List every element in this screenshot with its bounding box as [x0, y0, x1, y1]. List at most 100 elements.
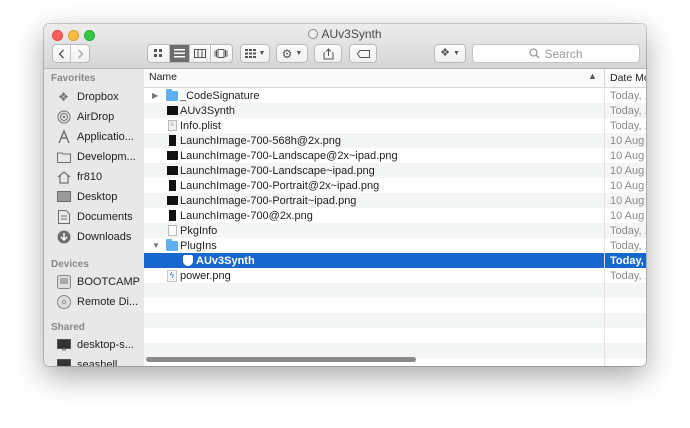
arrange-button[interactable]: ▼	[240, 44, 270, 63]
empty-row	[144, 328, 646, 343]
remote-disc-icon	[56, 295, 71, 309]
icon-view-button[interactable]	[148, 45, 170, 62]
action-button[interactable]: ⚙ ▼	[276, 44, 308, 63]
file-date-modified: Today, 1	[610, 239, 646, 252]
desktop-icon	[56, 190, 71, 204]
folder-icon	[166, 88, 178, 102]
sidebar: Favorites ❖ Dropbox AirDrop Applicatio...…	[44, 69, 145, 366]
folder-icon	[166, 238, 178, 252]
document-icon	[166, 225, 178, 237]
sidebar-item-desktop-s[interactable]: desktop-s...	[56, 335, 134, 355]
chevron-down-icon: ▼	[295, 50, 303, 57]
file-row[interactable]: AUv3Synth Today, 1	[144, 103, 646, 118]
sidebar-item-bootcamp[interactable]: BOOTCAMP	[56, 272, 140, 292]
coverflow-view-button[interactable]	[211, 45, 232, 62]
dropbox-button[interactable]: ❖ ▼	[434, 44, 466, 63]
file-row[interactable]: AUv3Synth Today, 1	[144, 253, 646, 268]
file-row[interactable]: LaunchImage-700-568h@2x.png 10 Aug 2	[144, 133, 646, 148]
image-file-icon	[166, 195, 178, 207]
sidebar-item-seashell[interactable]: seashell	[56, 355, 117, 366]
file-date-modified: 10 Aug 2	[610, 209, 646, 222]
edit-tags-button[interactable]	[349, 44, 377, 63]
file-row[interactable]: LaunchImage-700-Portrait~ipad.png 10 Aug …	[144, 193, 646, 208]
finder-window: AUv3Synth ▼ ⚙ ▼ ❖ ▼ Search Favorites ❖ D…	[44, 24, 646, 366]
file-date-modified: 10 Aug 2	[610, 134, 646, 147]
sidebar-item-label: Documents	[77, 211, 133, 223]
image-file-icon	[166, 165, 178, 177]
share-button[interactable]	[314, 44, 342, 63]
file-name: power.png	[180, 269, 231, 282]
column-view-icon	[193, 49, 206, 58]
file-row[interactable]: ▼ PlugIns Today, 1	[144, 238, 646, 253]
sort-indicator-icon: ▲	[588, 71, 597, 81]
empty-row	[144, 298, 646, 313]
empty-row	[144, 343, 646, 358]
sidebar-item-desktop[interactable]: Desktop	[56, 187, 117, 207]
column-view-button[interactable]	[190, 45, 211, 62]
file-date-modified: Today, 1	[610, 89, 646, 102]
home-icon	[56, 170, 71, 184]
disk-icon	[56, 275, 71, 289]
file-row[interactable]: LaunchImage-700@2x.png 10 Aug 2	[144, 208, 646, 223]
list-view-icon	[173, 49, 185, 58]
sidebar-item-applications[interactable]: Applicatio...	[56, 127, 134, 147]
search-placeholder: Search	[544, 46, 583, 61]
file-date-modified: 10 Aug 2	[610, 179, 646, 192]
disclosure-triangle-icon[interactable]: ▼	[152, 241, 160, 250]
sidebar-item-remote-disc[interactable]: Remote Di...	[56, 292, 138, 312]
file-name: LaunchImage-700@2x.png	[180, 209, 313, 222]
sidebar-item-label: Dropbox	[77, 91, 119, 103]
file-row[interactable]: ϟpower.png Today, 1	[144, 268, 646, 283]
sidebar-item-development[interactable]: Developm...	[56, 147, 136, 167]
downloads-icon	[56, 230, 71, 244]
window-title-text: AUv3Synth	[321, 27, 382, 41]
file-date-modified: Today, 1	[610, 224, 646, 237]
sidebar-item-documents[interactable]: Documents	[56, 207, 133, 227]
forward-button[interactable]	[71, 45, 89, 62]
sidebar-item-airdrop[interactable]: AirDrop	[56, 107, 114, 127]
titlebar: AUv3Synth ▼ ⚙ ▼ ❖ ▼ Search	[44, 24, 646, 69]
file-name: LaunchImage-700-Portrait@2x~ipad.png	[180, 179, 380, 192]
file-row[interactable]: LaunchImage-700-Portrait@2x~ipad.png 10 A…	[144, 178, 646, 193]
back-button[interactable]	[53, 45, 72, 62]
file-row[interactable]: ≡Info.plist Today, 1	[144, 118, 646, 133]
file-row[interactable]: ▶ _CodeSignature Today, 1	[144, 88, 646, 103]
sidebar-item-label: Applicatio...	[77, 131, 134, 143]
sidebar-item-label: AirDrop	[77, 111, 115, 123]
search-field[interactable]: Search	[472, 44, 640, 63]
file-row[interactable]: LaunchImage-700-Landscape~ipad.png 10 Aug…	[144, 163, 646, 178]
horizontal-scrollbar[interactable]	[146, 357, 416, 362]
chevron-down-icon: ▼	[452, 50, 460, 57]
list-view-button[interactable]	[169, 45, 191, 62]
dropbox-icon: ❖	[440, 47, 450, 59]
sidebar-item-label: desktop-s...	[77, 339, 134, 351]
documents-icon	[56, 210, 71, 224]
column-header-name[interactable]: Name	[149, 71, 177, 83]
column-divider	[604, 87, 605, 366]
sidebar-item-downloads[interactable]: Downloads	[56, 227, 131, 247]
disclosure-triangle-icon[interactable]: ▶	[152, 91, 160, 100]
sidebar-item-label: fr810	[77, 171, 103, 183]
share-icon	[323, 47, 333, 59]
empty-row	[144, 283, 646, 298]
sidebar-item-home[interactable]: fr810	[56, 167, 102, 187]
file-name: Info.plist	[180, 119, 221, 132]
image-file-icon	[166, 210, 178, 222]
file-date-modified: 10 Aug 2	[610, 194, 646, 207]
file-name: PkgInfo	[180, 224, 218, 237]
folder-icon	[56, 150, 71, 164]
file-row[interactable]: PkgInfo Today, 1	[144, 223, 646, 238]
sidebar-item-label: BOOTCAMP	[77, 276, 140, 288]
file-name: LaunchImage-700-Portrait~ipad.png	[180, 194, 357, 207]
back-forward-control	[52, 44, 90, 63]
sidebar-item-label: Remote Di...	[77, 296, 139, 308]
tag-icon	[356, 49, 370, 58]
title-proxy-icon[interactable]	[308, 29, 319, 39]
sidebar-item-label: Desktop	[77, 191, 118, 203]
file-name: LaunchImage-700-Landscape@2x~ipad.png	[180, 149, 398, 162]
column-header-date[interactable]: Date Mod	[604, 69, 646, 87]
file-row[interactable]: LaunchImage-700-Landscape@2x~ipad.png 10 …	[144, 148, 646, 163]
file-name: PlugIns	[180, 239, 217, 252]
chevron-right-icon	[77, 49, 84, 58]
sidebar-item-dropbox[interactable]: ❖ Dropbox	[56, 87, 119, 107]
